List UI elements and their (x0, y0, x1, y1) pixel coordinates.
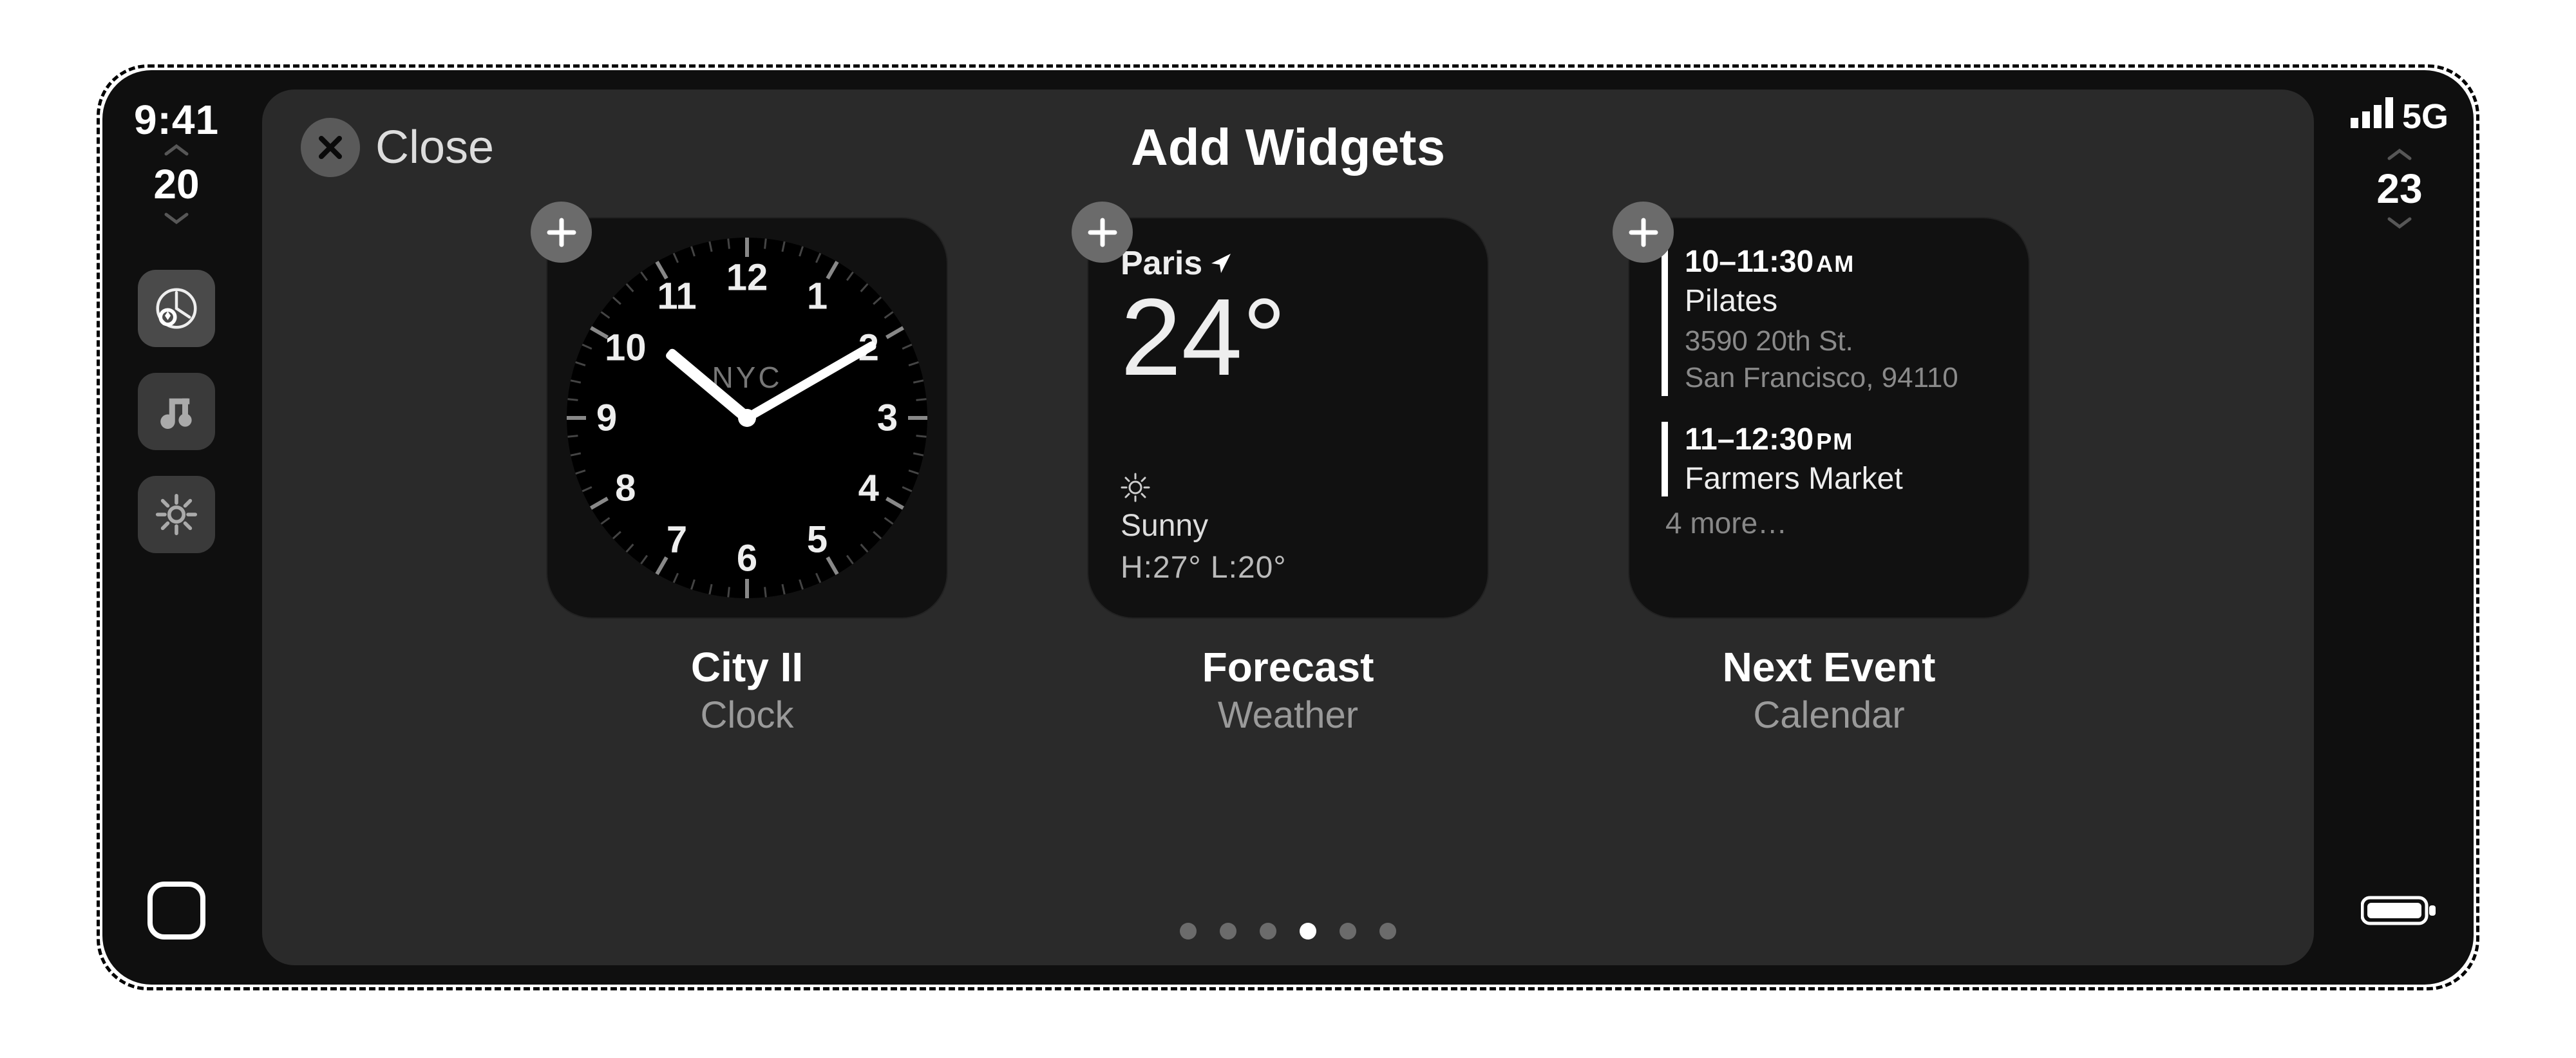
calendar-more: 4 more… (1662, 505, 1996, 540)
widget-weather[interactable]: Paris 24° Sunny H:27° L:20° (1088, 218, 1488, 737)
clock-number: 6 (737, 537, 757, 580)
clock-center-cap (738, 409, 756, 427)
status-time: 9:41 (134, 96, 219, 144)
page-counter-right: 23 (2376, 165, 2422, 213)
page-dot[interactable] (1300, 923, 1316, 940)
signal-bars-icon (2351, 96, 2396, 137)
clock-number: 9 (596, 397, 617, 440)
calendar-event-time: 10–11:30AM (1685, 244, 1996, 279)
weather-hi-lo: H:27° L:20° (1121, 550, 1455, 585)
close-icon (301, 118, 360, 177)
widgets-row: NYC 123456789101112 City II Clock (301, 218, 2275, 923)
clock-number: 11 (657, 275, 696, 318)
widget-name: Next Event (1723, 643, 1936, 691)
add-widgets-panel: Close Add Widgets NYC 123456789101112 (262, 90, 2314, 965)
device: 9:41 20 (102, 70, 2474, 985)
widget-card-weather: Paris 24° Sunny H:27° L:20° (1088, 218, 1488, 618)
page-dot[interactable] (1340, 923, 1356, 940)
clock-number: 8 (615, 467, 636, 510)
close-button[interactable]: Close (301, 118, 494, 177)
widget-card-calendar: 10–11:30AM Pilates 3590 20th St. San Fra… (1629, 218, 2029, 618)
widget-app: Weather (1202, 694, 1374, 737)
add-widget-button[interactable] (1072, 202, 1133, 263)
app-rail (138, 270, 215, 553)
sun-icon (1121, 473, 1455, 505)
widget-name: City II (691, 643, 803, 691)
network-status: 5G (2351, 96, 2448, 137)
widget-calendar[interactable]: 10–11:30AM Pilates 3590 20th St. San Fra… (1629, 218, 2029, 737)
clock-number: 12 (726, 256, 768, 299)
chevron-up-icon[interactable] (164, 144, 189, 156)
app-maps[interactable] (138, 270, 215, 347)
network-label: 5G (2402, 97, 2448, 137)
app-music[interactable] (138, 373, 215, 450)
clock-face: NYC 123456789101112 (567, 238, 927, 598)
calendar-event-location: 3590 20th St. San Francisco, 94110 (1685, 323, 1996, 396)
weather-temp: 24° (1121, 283, 1455, 392)
chevron-down-icon[interactable] (164, 212, 189, 225)
calendar-event-title: Farmers Market (1685, 461, 1996, 496)
app-settings[interactable] (138, 476, 215, 553)
widget-app: Clock (691, 694, 803, 737)
clock-number: 5 (807, 518, 828, 561)
widget-labels: Next Event Calendar (1723, 643, 1936, 737)
widget-card-clock: NYC 123456789101112 (547, 218, 947, 618)
page-counter-left: 20 (153, 160, 199, 208)
status-rail-left: 9:41 20 (102, 70, 251, 985)
clock-number: 7 (667, 518, 687, 561)
clock-number: 1 (807, 275, 828, 318)
add-widget-button[interactable] (1613, 202, 1674, 263)
widget-clock[interactable]: NYC 123456789101112 City II Clock (547, 218, 947, 737)
close-label: Close (375, 121, 494, 174)
widget-labels: City II Clock (691, 643, 803, 737)
home-button[interactable] (147, 882, 205, 940)
page-dot[interactable] (1180, 923, 1197, 940)
widget-app: Calendar (1723, 694, 1936, 737)
calendar-event-time: 11–12:30PM (1685, 422, 1996, 457)
widget-labels: Forecast Weather (1202, 643, 1374, 737)
clock-number: 4 (858, 467, 879, 510)
status-rail-right: 5G 23 (2325, 70, 2474, 985)
chevron-up-icon[interactable] (2387, 148, 2412, 161)
clock-number: 10 (605, 326, 647, 370)
clock-number: 3 (877, 397, 898, 440)
calendar-event: 11–12:30PM Farmers Market (1662, 422, 1996, 496)
weather-condition: Sunny (1121, 508, 1455, 543)
add-widget-button[interactable] (531, 202, 592, 263)
page-dots[interactable] (301, 923, 2275, 946)
battery-icon (2361, 891, 2438, 933)
page-dot[interactable] (1220, 923, 1236, 940)
chevron-down-icon[interactable] (2387, 216, 2412, 229)
widget-name: Forecast (1202, 643, 1374, 691)
panel-title: Add Widgets (301, 118, 2275, 177)
calendar-event-title: Pilates (1685, 283, 1996, 319)
calendar-event: 10–11:30AM Pilates 3590 20th St. San Fra… (1662, 244, 1996, 396)
page-dot[interactable] (1260, 923, 1276, 940)
device-frame: 9:41 20 (97, 64, 2479, 990)
page-dot[interactable] (1379, 923, 1396, 940)
panel-header: Close Add Widgets (301, 115, 2275, 180)
